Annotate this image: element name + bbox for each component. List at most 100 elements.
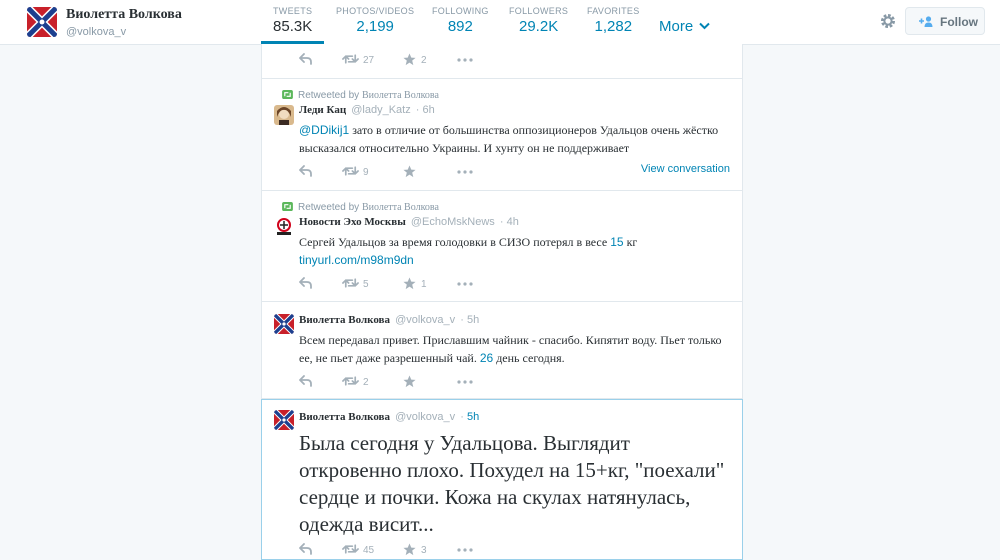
tweet-item[interactable]: 27 2 <box>262 44 742 79</box>
number-token: 26 <box>479 351 494 365</box>
favorite-count: 2 <box>421 55 427 66</box>
tweet-text-content: Сергей Удальцов за время голодовки в СИЗ… <box>299 235 608 249</box>
retweeted-by-prefix: Retweeted by <box>298 202 360 213</box>
url-link[interactable]: tinyurl.com/m98m9dn <box>299 253 414 267</box>
avatar[interactable] <box>274 410 294 430</box>
more-label: More <box>659 18 694 35</box>
star-icon <box>403 375 416 388</box>
profile-name[interactable]: Виолетта Волкова <box>66 7 182 23</box>
favorite-count: 1 <box>421 279 427 290</box>
tweet-text: @DDikij1 зато в отличие от большинства о… <box>299 121 731 157</box>
retweet-icon <box>342 277 359 289</box>
gear-icon[interactable] <box>879 12 897 30</box>
stat-label: FOLLOWERS <box>509 6 569 16</box>
retweet-icon <box>342 543 359 555</box>
stat-followers[interactable]: FOLLOWERS 29.2K <box>509 6 568 35</box>
reply-icon <box>299 165 313 177</box>
retweeted-by-name[interactable]: Виолетта Волкова <box>362 202 439 213</box>
tweet-item[interactable]: Retweeted by Виолетта Волкова Леди Кац @… <box>262 79 742 191</box>
retweet-badge-icon <box>282 90 293 99</box>
retweeted-by-name[interactable]: Виолетта Волкова <box>362 90 439 101</box>
more-dots-icon <box>457 170 473 174</box>
tweet-time[interactable]: · 5h <box>460 411 479 423</box>
retweet-icon <box>342 53 359 65</box>
reply-icon <box>299 543 313 555</box>
retweet-icon <box>342 375 359 387</box>
tweet-text: Была сегодня у Удальцова. Выглядит откро… <box>299 431 725 536</box>
more-dots-icon <box>457 282 473 286</box>
author-handle[interactable]: @EchoMskNews <box>411 216 495 228</box>
tweet-header: Новости Эхо Москвы @EchoMskNews · 4h <box>299 216 519 228</box>
tweet-header: Леди Кац @lady_Katz · 6h <box>299 104 435 116</box>
retweet-badge-icon <box>282 202 293 211</box>
stat-tweets[interactable]: TWEETS 85.3K <box>273 6 312 35</box>
author-name[interactable]: Виолетта Волкова <box>299 314 390 326</box>
star-icon <box>403 543 416 556</box>
stat-value: 892 <box>447 18 473 35</box>
stat-value: 85.3K <box>273 18 313 35</box>
stat-label: FAVORITES <box>587 6 640 16</box>
tweet-item[interactable]: Retweeted by Виолетта Волкова Новости Эх… <box>262 191 742 302</box>
avatar[interactable] <box>274 314 294 334</box>
more-dots-icon <box>457 548 473 552</box>
star-icon <box>403 53 416 66</box>
author-handle[interactable]: @volkova_v <box>395 314 455 326</box>
tweet-text: Сергей Удальцов за время голодовки в СИЗ… <box>299 233 731 269</box>
author-handle[interactable]: @volkova_v <box>395 411 455 423</box>
author-name[interactable]: Виолетта Волкова <box>299 411 390 423</box>
profile-nav-bar: Виолетта Волкова @volkova_v TWEETS 85.3K… <box>0 0 1000 45</box>
reply-icon <box>299 277 313 289</box>
stat-label: FOLLOWING <box>432 6 489 16</box>
retweet-count: 9 <box>363 167 369 178</box>
add-user-icon <box>919 16 933 27</box>
star-icon <box>403 165 416 178</box>
favorite-count: 3 <box>421 545 427 556</box>
retweeted-by-line: Retweeted by Виолетта Волкова <box>282 202 439 213</box>
stat-following[interactable]: FOLLOWING 892 <box>432 6 489 35</box>
follow-label: Follow <box>940 15 978 29</box>
retweeted-by-line: Retweeted by Виолетта Волкова <box>282 90 439 101</box>
author-handle[interactable]: @lady_Katz <box>351 104 410 116</box>
profile-avatar[interactable] <box>27 7 57 37</box>
retweet-count: 45 <box>363 545 375 556</box>
reply-icon <box>299 53 313 65</box>
mention-link[interactable]: @DDikij1 <box>299 123 349 137</box>
more-dots-icon <box>457 380 473 384</box>
tweet-item[interactable]: Виолетта Волкова @volkova_v · 5h Всем пе… <box>262 302 742 399</box>
more-menu-button[interactable]: More <box>659 18 711 35</box>
author-name[interactable]: Новости Эхо Москвы <box>299 216 406 228</box>
more-dots-icon <box>457 58 473 62</box>
reply-icon <box>299 375 313 387</box>
author-name[interactable]: Леди Кац <box>299 104 346 116</box>
stat-value: 1,282 <box>594 18 633 35</box>
avatar[interactable] <box>274 217 294 237</box>
stat-favorites[interactable]: FAVORITES 1,282 <box>587 6 640 35</box>
tweet-time[interactable]: · 4h <box>500 216 519 228</box>
retweet-icon <box>342 165 359 177</box>
stat-photos-videos[interactable]: PHOTOS/VIDEOS 2,199 <box>336 6 414 35</box>
stat-label: TWEETS <box>273 6 313 16</box>
tweet-header: Виолетта Волкова @volkova_v · 5h <box>299 411 479 423</box>
chevron-down-icon <box>699 22 711 30</box>
retweeted-by-prefix: Retweeted by <box>298 90 360 101</box>
tweet-text: Всем передавал привет. Приславшим чайник… <box>299 331 731 367</box>
tweet-time[interactable]: · 5h <box>460 314 479 326</box>
stat-value: 29.2K <box>519 18 559 35</box>
retweet-count: 5 <box>363 279 369 290</box>
avatar[interactable] <box>274 105 294 125</box>
tweet-item-permalink[interactable]: Виолетта Волкова @volkova_v · 5h Была се… <box>261 399 743 560</box>
view-conversation-link[interactable]: View conversation <box>641 163 730 175</box>
profile-handle: @volkova_v <box>66 26 127 38</box>
stat-value: 2,199 <box>356 18 394 35</box>
tweet-text-content: кг <box>626 235 638 249</box>
tweet-text-content: зато в отличие от большинства оппозицион… <box>299 123 719 155</box>
tweet-text-content: день сегодня. <box>496 351 565 365</box>
star-icon <box>403 277 416 290</box>
tweet-time[interactable]: · 6h <box>416 104 435 116</box>
retweet-count: 2 <box>363 377 369 388</box>
tweet-timeline: 27 2 Retweeted by Виолетта Волкова Леди … <box>261 44 743 560</box>
number-token: 15 <box>610 235 624 249</box>
stat-label: PHOTOS/VIDEOS <box>336 6 415 16</box>
tweet-header: Виолетта Волкова @volkova_v · 5h <box>299 314 479 326</box>
follow-button[interactable]: Follow <box>905 7 985 35</box>
